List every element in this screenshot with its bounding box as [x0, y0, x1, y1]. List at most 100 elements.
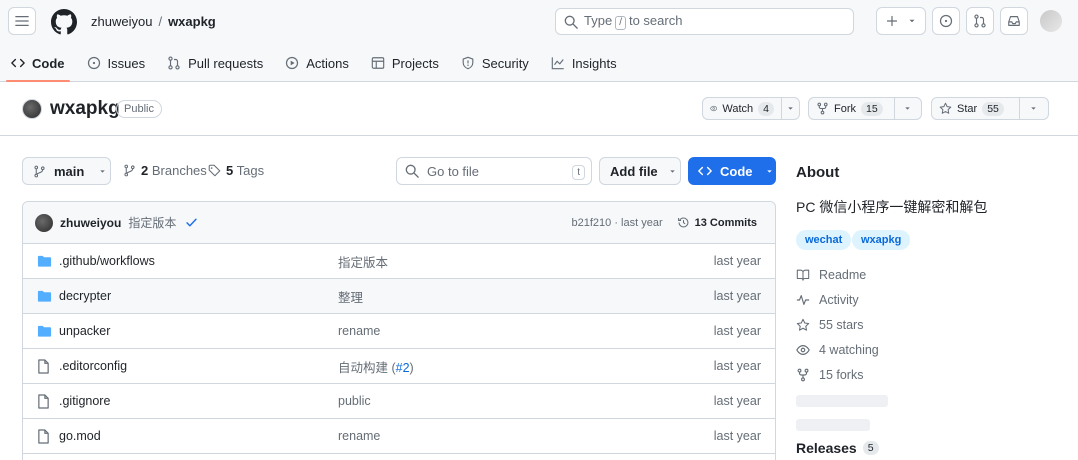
fork-button[interactable]: Fork 15: [809, 98, 894, 119]
tab-insights-label: Insights: [571, 55, 617, 71]
tab-security[interactable]: Security: [450, 48, 540, 78]
watch-count: 4: [758, 101, 774, 116]
file-name[interactable]: .github/workflows: [59, 254, 155, 268]
divider: [0, 135, 1078, 136]
file-table: zhuweiyou 指定版本 b21f210 · last year 13 Co…: [22, 201, 776, 460]
branch-selector[interactable]: main: [22, 157, 111, 185]
commits-link[interactable]: 13 Commits: [677, 216, 757, 229]
topic-tag[interactable]: wechat: [796, 230, 852, 250]
table-row[interactable]: .github/workflows 指定版本 last year: [23, 244, 775, 279]
breadcrumb-separator: /: [158, 14, 163, 29]
github-logo[interactable]: [51, 9, 77, 35]
table-row[interactable]: decrypter 整理 last year: [23, 279, 775, 314]
activity-link[interactable]: Activity: [796, 293, 859, 307]
fork-dropdown[interactable]: [893, 98, 921, 119]
star-button[interactable]: Star 55: [932, 98, 1019, 119]
file-commit-message[interactable]: 整理: [338, 287, 363, 306]
file-name[interactable]: go.mod: [59, 429, 101, 443]
commit-message[interactable]: 指定版本: [128, 214, 176, 231]
tags-link[interactable]: 5 Tags: [208, 163, 264, 178]
file-commit-message[interactable]: 自动构建 (#2): [338, 357, 414, 376]
tags-count: 5: [226, 163, 234, 178]
watch-button[interactable]: Watch 4: [703, 98, 781, 119]
forks-link[interactable]: 15 forks: [796, 368, 863, 382]
go-to-file-shortcut: t: [572, 165, 585, 180]
fork-button-group: Fork 15: [808, 97, 922, 120]
file-updated: last year: [713, 429, 761, 443]
table-row[interactable]: go.mod rename last year: [23, 419, 775, 454]
file-name[interactable]: .editorconfig: [59, 359, 127, 373]
tab-code-label: Code: [32, 55, 65, 71]
watching-link[interactable]: 4 watching: [796, 343, 879, 357]
file-commit-message[interactable]: public: [338, 394, 371, 408]
fork-label: Fork: [834, 102, 856, 115]
forks-label: 15 forks: [819, 368, 864, 382]
readme-link[interactable]: Readme: [796, 268, 866, 282]
repo-title[interactable]: wxapkg: [50, 98, 120, 120]
repo-owner-avatar[interactable]: [22, 99, 42, 119]
pull-request-link[interactable]: #2: [396, 361, 410, 375]
about-heading: About: [796, 164, 840, 181]
go-to-file-placeholder: Go to file: [427, 163, 480, 179]
file-commit-message[interactable]: rename: [338, 324, 380, 338]
breadcrumb-owner[interactable]: zhuweiyou: [91, 14, 152, 29]
stars-link[interactable]: 55 stars: [796, 318, 863, 332]
table-row[interactable]: .editorconfig 自动构建 (#2) last year: [23, 349, 775, 384]
code-dropdown-button[interactable]: Code: [688, 157, 776, 185]
check-icon[interactable]: [185, 216, 198, 229]
branches-link[interactable]: 2 Branches: [123, 163, 207, 178]
branches-label: Branches: [151, 163, 207, 178]
readme-label: Readme: [819, 268, 867, 282]
add-file-button[interactable]: Add file: [599, 157, 681, 185]
search-placeholder: Type / to search: [584, 13, 683, 30]
inbox-button[interactable]: [1000, 7, 1028, 35]
global-header: zhuweiyou / wxapkg Type / to search Code I…: [0, 0, 1078, 82]
tab-projects[interactable]: Projects: [360, 48, 450, 78]
table-row[interactable]: .gitignore public last year: [23, 384, 775, 419]
folder-icon: [37, 290, 52, 302]
search-shortcut-key: /: [615, 16, 626, 30]
menu-button[interactable]: [8, 7, 36, 35]
tab-pull-requests[interactable]: Pull requests: [156, 48, 274, 78]
git-branch-icon: [124, 164, 135, 177]
issues-button[interactable]: [932, 7, 960, 35]
tab-code[interactable]: Code: [0, 48, 76, 82]
go-to-file-input[interactable]: Go to file t: [396, 157, 592, 185]
file-updated: last year: [713, 254, 761, 268]
user-avatar[interactable]: [1040, 10, 1062, 32]
file-commit-message[interactable]: 指定版本: [338, 252, 388, 271]
star-icon: [939, 102, 952, 114]
commit-hash-time[interactable]: b21f210 · last year: [572, 217, 663, 229]
tab-actions[interactable]: Actions: [274, 48, 360, 78]
table-row[interactable]: unpacker rename last year: [23, 314, 775, 349]
topic-tag[interactable]: wxapkg: [852, 230, 911, 250]
file-name[interactable]: decrypter: [59, 289, 111, 303]
pull-request-icon: [168, 56, 180, 70]
star-dropdown[interactable]: [1018, 98, 1048, 119]
repo-forked-icon: [817, 102, 828, 115]
releases-count: 5: [862, 441, 879, 455]
activity-label: Activity: [819, 293, 859, 307]
visibility-badge: Public: [116, 100, 162, 118]
file-name[interactable]: .gitignore: [59, 394, 110, 408]
eye-icon: [796, 345, 810, 355]
file-commit-message[interactable]: rename: [338, 429, 380, 443]
tab-issues[interactable]: Issues: [76, 48, 157, 78]
breadcrumb-repo[interactable]: wxapkg: [168, 14, 216, 29]
pull-requests-button[interactable]: [966, 7, 994, 35]
file-name[interactable]: unpacker: [59, 324, 110, 338]
git-pull-request-icon: [974, 14, 986, 28]
global-search-input[interactable]: Type / to search: [555, 8, 854, 35]
breadcrumb: zhuweiyou / wxapkg: [91, 14, 216, 29]
inbox-icon: [1008, 16, 1020, 26]
releases-heading[interactable]: Releases 5: [796, 440, 879, 456]
triangle-down-icon: [909, 19, 914, 23]
commit-author[interactable]: zhuweiyou: [60, 216, 121, 230]
watch-dropdown[interactable]: [781, 98, 799, 119]
github-mark-icon: [51, 9, 77, 35]
commit-author-avatar[interactable]: [35, 213, 53, 232]
plus-icon: [886, 15, 897, 27]
create-new-button[interactable]: [876, 7, 926, 35]
releases-label: Releases: [796, 440, 857, 456]
tab-insights[interactable]: Insights: [540, 48, 628, 78]
